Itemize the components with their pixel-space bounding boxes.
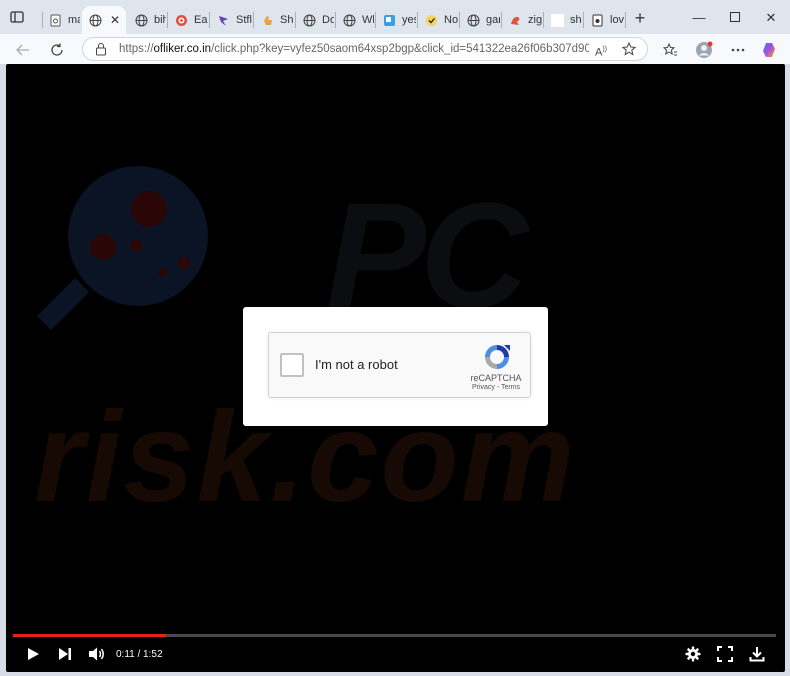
tab-label: bih xyxy=(154,14,166,26)
watermark-dot xyxy=(131,191,167,227)
favorites-icon[interactable] xyxy=(660,40,680,60)
url-path: /click.php?key=vyfez50saom64xsp2bgp&clic… xyxy=(211,43,589,55)
tab-label: gan xyxy=(486,14,500,26)
maximize-icon[interactable] xyxy=(726,10,744,26)
download-icon[interactable] xyxy=(748,645,766,663)
tab-label: yes xyxy=(402,14,416,26)
globe-icon xyxy=(88,13,102,27)
tab-label: Wh xyxy=(362,14,374,26)
watermark-dot xyxy=(178,257,190,269)
target-icon xyxy=(174,13,188,27)
recaptcha-label: I'm not a robot xyxy=(315,357,398,372)
url-text[interactable]: https://ofliker.co.in/click.php?key=vyfe… xyxy=(119,43,589,55)
tab-dov[interactable]: Dov xyxy=(296,6,334,34)
tab-label: sho xyxy=(570,14,582,26)
blank-icon xyxy=(550,13,564,27)
video-page: PC risk.com I'm not a robot reCAPTCHA Pr… xyxy=(6,64,785,672)
minimize-icon[interactable]: — xyxy=(690,10,708,26)
globe-icon xyxy=(134,13,148,27)
page-icon xyxy=(590,13,604,27)
tab-bih[interactable]: bih ✕ xyxy=(82,6,126,34)
tab-label: Stfly xyxy=(236,14,252,26)
tab-label: Nor xyxy=(444,14,458,26)
read-aloud-icon[interactable]: A)) xyxy=(593,42,609,59)
video-progress-fill xyxy=(13,634,166,637)
tab-gan[interactable]: gan xyxy=(460,6,500,34)
captcha-card: I'm not a robot reCAPTCHA Privacy - Term… xyxy=(243,307,548,426)
copilot-icon[interactable] xyxy=(760,40,780,60)
tab-label: Dov xyxy=(322,14,334,26)
volume-icon[interactable] xyxy=(88,645,106,663)
stfly-icon xyxy=(216,13,230,27)
fullscreen-icon[interactable] xyxy=(716,645,734,663)
globe-icon xyxy=(466,13,480,27)
profile-avatar[interactable] xyxy=(694,40,714,60)
page-icon xyxy=(48,13,62,27)
toolbar: https://ofliker.co.in/click.php?key=vyfe… xyxy=(0,34,790,64)
tab-bih-2[interactable]: bih xyxy=(128,6,166,34)
back-button[interactable] xyxy=(12,39,34,61)
check-circle-icon xyxy=(424,13,438,27)
url-host: ofliker.co.in xyxy=(153,43,212,55)
close-icon[interactable]: ✕ xyxy=(108,13,122,27)
watermark-dot xyxy=(90,234,116,260)
watermark-dot xyxy=(158,268,167,277)
recaptcha-links[interactable]: Privacy - Terms xyxy=(465,384,527,391)
recaptcha-logo-icon xyxy=(482,342,512,372)
tab-earn[interactable]: Earn xyxy=(168,6,208,34)
tab-love[interactable]: love xyxy=(584,6,624,34)
url-scheme: https:// xyxy=(119,43,154,55)
more-menu-icon[interactable] xyxy=(728,40,748,60)
refresh-button[interactable] xyxy=(46,39,68,61)
tab-label: Shri xyxy=(280,14,294,26)
tab-shri[interactable]: Shri xyxy=(254,6,294,34)
tab-label: Earn xyxy=(194,14,208,26)
tab-sho[interactable]: sho xyxy=(544,6,582,34)
video-progress-bar[interactable] xyxy=(13,634,776,637)
watermark-magnifier xyxy=(68,166,208,306)
settings-gear-icon[interactable] xyxy=(684,645,702,663)
tab-mas[interactable]: mas xyxy=(42,6,80,34)
tab-label: love xyxy=(610,14,624,26)
recaptcha-widget: I'm not a robot reCAPTCHA Privacy - Term… xyxy=(268,332,531,398)
video-time: 0:11 / 1:52 xyxy=(116,649,163,660)
blue-square-icon xyxy=(382,13,396,27)
watermark-magnifier-handle xyxy=(36,277,90,331)
tab-nor[interactable]: Nor xyxy=(418,6,458,34)
globe-icon xyxy=(302,13,316,27)
dragon-icon xyxy=(508,13,522,27)
tab-separator xyxy=(625,12,626,28)
tab-zigz[interactable]: zigz xyxy=(502,6,542,34)
tab-label: zigz xyxy=(528,14,542,26)
tab-wh[interactable]: Wh xyxy=(336,6,374,34)
favorite-star-icon[interactable] xyxy=(621,41,637,58)
lock-icon[interactable] xyxy=(95,42,109,56)
globe-icon xyxy=(342,13,356,27)
new-tab-button[interactable]: + xyxy=(630,9,650,29)
watermark-dot xyxy=(130,240,142,252)
recaptcha-brand: reCAPTCHA xyxy=(470,373,522,383)
close-window-icon[interactable]: ✕ xyxy=(762,10,780,26)
tab-stfly[interactable]: Stfly xyxy=(210,6,252,34)
tab-strip: mas bih ✕ bih Earn Stfly Shri Dov Wh yes xyxy=(0,0,790,36)
tab-yes[interactable]: yes xyxy=(376,6,416,34)
address-bar[interactable]: https://ofliker.co.in/click.php?key=vyfe… xyxy=(82,37,648,61)
play-icon[interactable] xyxy=(24,645,42,663)
hand-icon xyxy=(260,13,274,27)
tab-label: mas xyxy=(68,14,80,26)
next-icon[interactable] xyxy=(56,645,74,663)
recaptcha-checkbox[interactable] xyxy=(280,353,304,377)
tab-actions-icon[interactable] xyxy=(10,10,32,30)
